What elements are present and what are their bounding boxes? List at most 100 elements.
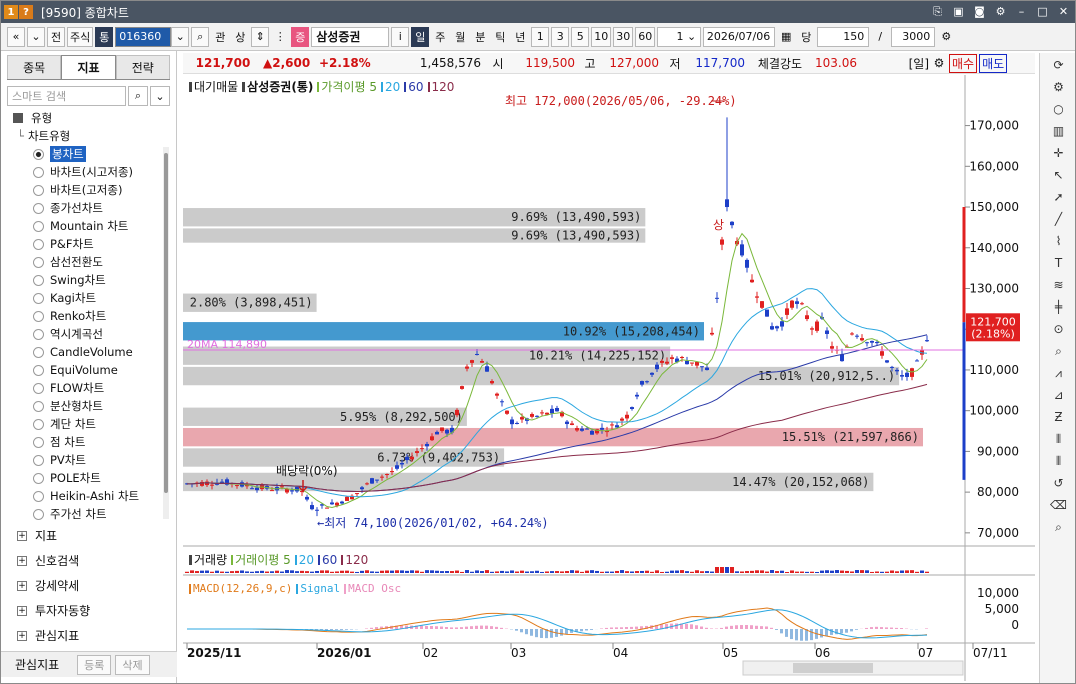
code-dropdown[interactable]: ⌄ [171,26,190,47]
calendar-icon[interactable]: ▦ [777,27,795,47]
refresh-icon[interactable]: ⟳ [1048,55,1070,75]
chart-type-item[interactable]: Mountain 차트 [7,217,171,235]
stock-name-field[interactable]: 삼성증권 [311,26,390,47]
group-investor[interactable]: + 투자자동향 [7,598,171,623]
market-all-button[interactable]: 전 [47,26,65,47]
radio-icon[interactable] [33,436,44,448]
group-favorite[interactable]: + 관심지표 [7,623,171,648]
zoom-icon[interactable]: ⊙ [1048,319,1070,339]
radio-icon[interactable] [33,166,44,178]
settings-icon[interactable]: ⚙ [993,4,1008,19]
chart-type-item[interactable]: Swing차트 [7,271,171,289]
interval-60-button[interactable]: 60 [635,26,656,47]
delete-button[interactable]: 삭제 [115,654,150,675]
radio-icon[interactable] [33,202,44,214]
interval-5-button[interactable]: 5 [571,26,590,47]
chart-settings-icon[interactable]: ⚙ [937,27,955,47]
chart-type-item[interactable]: 바차트(고저종) [7,181,171,199]
chart-type-item[interactable]: 주가선 차트 [7,505,171,523]
nav-prev-button[interactable]: « [7,26,25,47]
chart-type-item[interactable]: 계단 차트 [7,415,171,433]
register-button[interactable]: 등록 [77,654,112,675]
group-indicator[interactable]: + 지표 [7,523,171,548]
radio-icon[interactable] [33,364,44,376]
radio-icon[interactable] [33,382,44,394]
tree-scrollbar-thumb[interactable] [164,153,168,493]
tab-stock[interactable]: 종목 [7,55,62,79]
chart-type-item[interactable]: P&F차트 [7,235,171,253]
date-input[interactable]: 2026/07/06 [703,26,776,47]
undo-icon[interactable]: ↺ [1048,473,1070,493]
chart-type-item[interactable]: 봉차트 [7,145,171,163]
dang-button[interactable]: 당 [797,27,815,47]
market-tong-button[interactable]: 통 [95,26,114,47]
tree-group-charttype[interactable]: └ 차트유형 [7,127,171,145]
chart-area[interactable]: 9.69% (13,490,593) 9.69% (13,490,593) 2.80… [183,75,1035,681]
radio-icon[interactable] [33,184,44,196]
radio-icon[interactable] [33,328,44,340]
period-year-button[interactable]: 년 [511,27,529,47]
period-minute-button[interactable]: 분 [471,27,489,47]
eraser-icon[interactable]: ⌫ [1048,495,1070,515]
radio-icon[interactable] [33,472,44,484]
close-icon[interactable]: ✕ [1056,4,1071,19]
magnify-icon[interactable]: ⌕ [1048,341,1070,361]
auto-line-icon[interactable]: ⌇ [1048,231,1070,251]
ruler-icon[interactable]: ⊿ [1048,385,1070,405]
line-tool-icon[interactable]: ╱ [1048,209,1070,229]
cursor-icon[interactable]: ↖ [1048,165,1070,185]
interval-30-button[interactable]: 30 [613,26,634,47]
candle-icon[interactable]: ╪ [1048,297,1070,317]
smart-search-input[interactable]: 스마트 검색 [7,86,126,106]
gear-icon[interactable]: ⚙ [1048,77,1070,97]
pattern-icon[interactable]: ⩘ [1048,363,1070,383]
bars-icon[interactable]: ⦀ [1048,429,1070,449]
group-strength[interactable]: + 강세약세 [7,573,171,598]
period-day-button[interactable]: 일 [411,26,430,47]
chart-type-item[interactable]: PV차트 [7,451,171,469]
multi-bars-icon[interactable]: ⦀ [1048,451,1070,471]
chart-type-item[interactable]: POLE차트 [7,469,171,487]
radio-icon[interactable] [33,256,44,268]
help-badge[interactable]: ? [19,5,33,19]
crosshair-icon[interactable]: ✛ [1048,143,1070,163]
interval-1-button[interactable]: 1 [531,26,550,47]
maximize-icon[interactable]: □ [1035,4,1050,19]
minimize-icon[interactable]: – [1014,4,1029,19]
radio-icon[interactable] [33,508,44,520]
tab-strategy[interactable]: 전략 [115,55,170,79]
group-signal-search[interactable]: + 신호검색 [7,548,171,573]
updown-spinner[interactable]: ⇕ [251,26,270,47]
chart-type-item[interactable]: 점 차트 [7,433,171,451]
buy-button[interactable]: 매수 [949,53,978,73]
chart-type-item[interactable]: 분산형차트 [7,397,171,415]
fibonacci-icon[interactable]: ≋ [1048,275,1070,295]
link-icon[interactable]: ⎘ [930,4,945,19]
view-count-input[interactable]: 150 [817,26,870,47]
radio-icon[interactable] [33,274,44,286]
radio-icon[interactable] [33,310,44,322]
chart-type-item[interactable]: Kagi차트 [7,289,171,307]
radio-icon[interactable] [33,418,44,430]
sang-button[interactable]: 상 [231,27,249,47]
search-icon[interactable]: ⌕ [128,86,148,106]
more-options-icon[interactable]: ⋮ [271,27,289,47]
save-icon[interactable]: ▣ [951,4,966,19]
search-icon[interactable]: ⌕ [1048,517,1070,537]
text-tool-icon[interactable]: T [1048,253,1070,273]
total-count-input[interactable]: 3000 [891,26,936,47]
radio-icon[interactable] [33,454,44,466]
camera-icon[interactable]: ◙ [972,4,987,19]
count-select[interactable]: 1 ⌄ [657,26,702,47]
chart-type-item[interactable]: 삼선전환도 [7,253,171,271]
chart-type-item[interactable]: Heikin-Ashi 차트 [7,487,171,505]
radio-icon[interactable] [33,220,44,232]
chart-type-item[interactable]: 역시계곡선 [7,325,171,343]
radio-icon[interactable] [33,346,44,358]
circle-icon[interactable]: ○ [1048,99,1070,119]
chart-type-item[interactable]: EquiVolume [7,361,171,379]
chart-type-item[interactable]: CandleVolume [7,343,171,361]
market-stock-button[interactable]: 주식 [67,26,94,47]
zigzag-icon[interactable]: Ƶ [1048,407,1070,427]
stock-code-input[interactable]: 016360 [115,26,172,47]
